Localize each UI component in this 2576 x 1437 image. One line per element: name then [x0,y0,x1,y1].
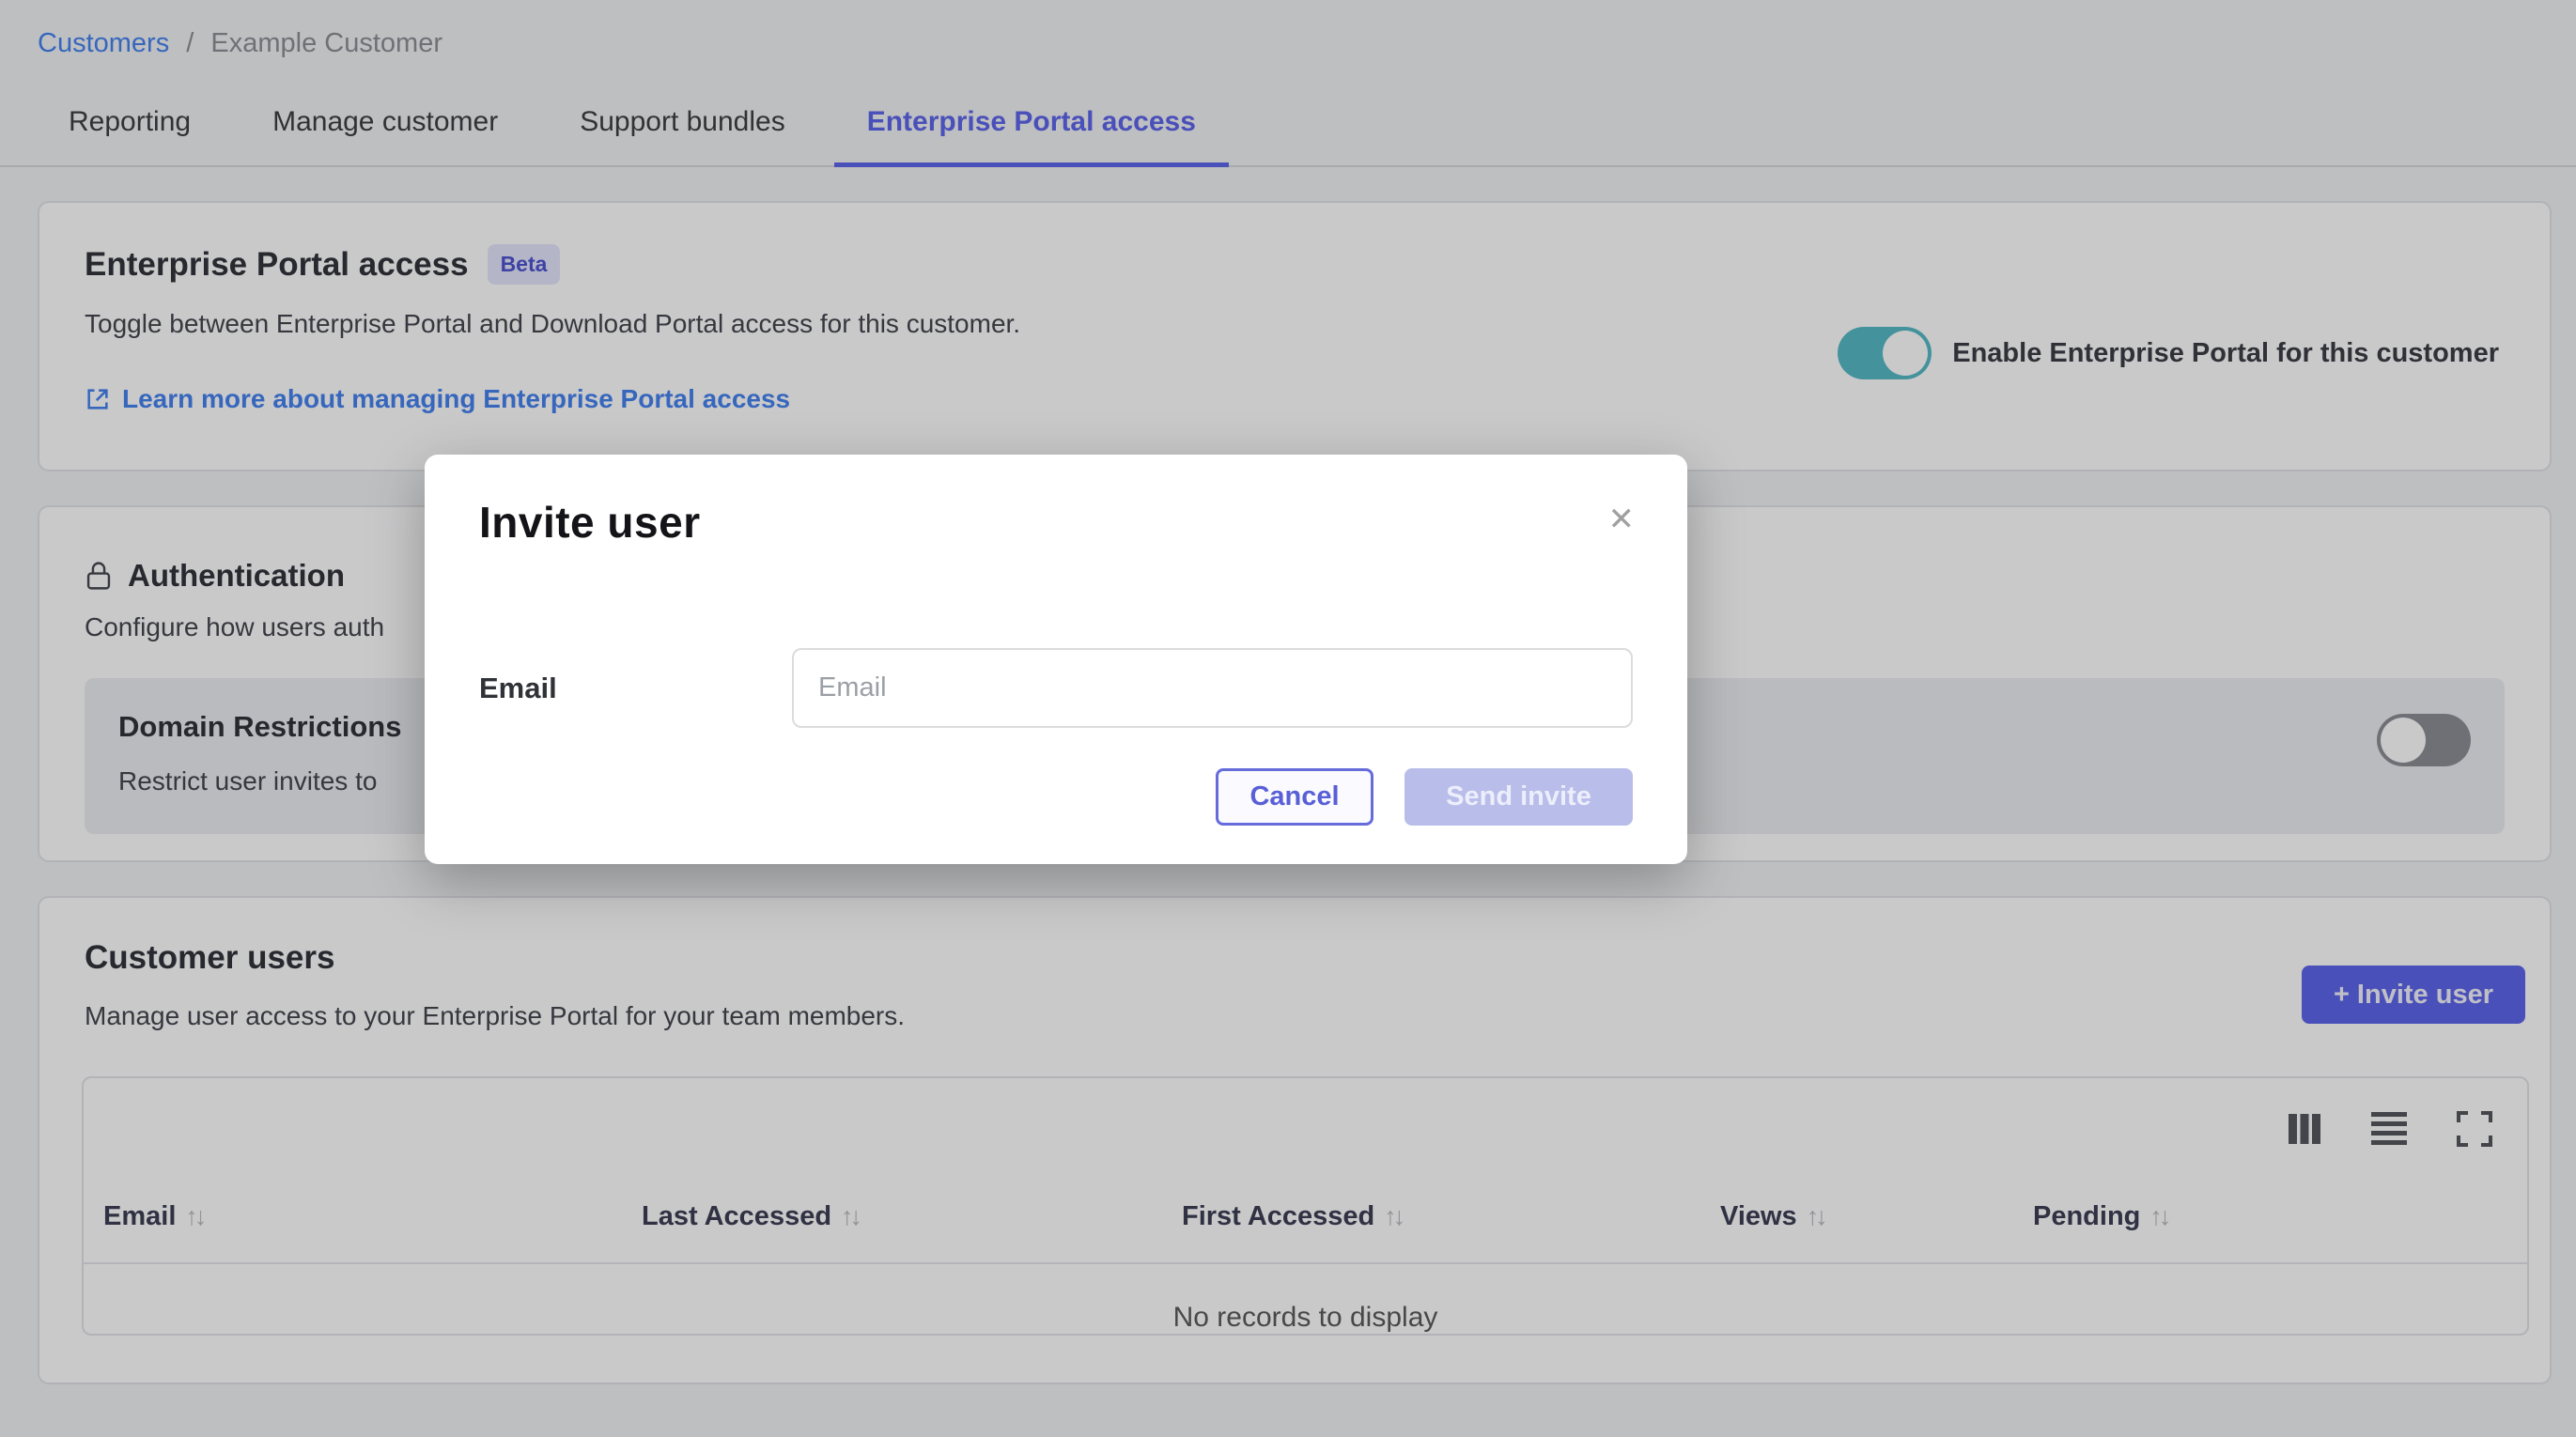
close-icon[interactable]: ✕ [1608,503,1636,535]
cancel-button[interactable]: Cancel [1216,768,1373,826]
modal-title: Invite user [479,496,1633,549]
send-invite-button[interactable]: Send invite [1404,768,1633,826]
email-label: Email [479,672,792,705]
email-field[interactable] [792,648,1633,728]
invite-user-modal: Invite user ✕ Email Cancel Send invite [425,455,1687,864]
email-form-row: Email [479,648,1633,728]
page: Customers / Example Customer Reporting M… [0,0,2576,1437]
modal-actions: Cancel Send invite [479,768,1633,826]
